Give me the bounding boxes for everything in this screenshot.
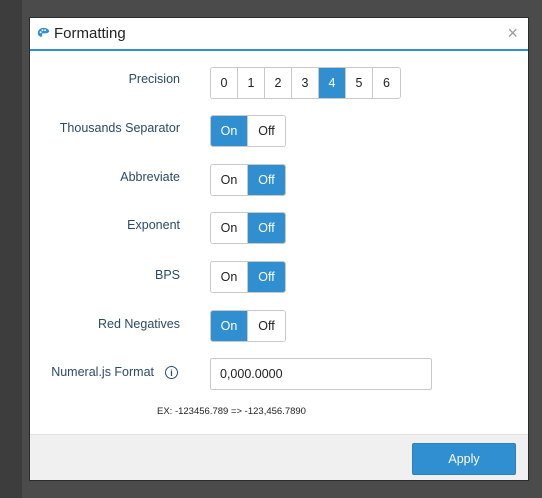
exponent-toggle: On Off [210, 212, 286, 244]
precision-option-6[interactable]: 6 [373, 68, 400, 98]
precision-option-5[interactable]: 5 [346, 68, 373, 98]
apply-button[interactable]: Apply [412, 443, 516, 475]
backdrop-edge [0, 0, 22, 498]
palette-icon [37, 27, 50, 37]
close-icon[interactable]: × [507, 23, 518, 44]
bps-toggle: On Off [210, 261, 286, 293]
bps-label: BPS [154, 268, 180, 282]
format-example-text: EX: -123456.789 => -123,456.7890 [157, 406, 306, 417]
dialog-title: Formatting [54, 25, 126, 42]
dialog-header: Formatting × [30, 18, 528, 51]
red-negatives-off-button[interactable]: Off [248, 311, 285, 341]
red-negatives-on-button[interactable]: On [211, 311, 248, 341]
exponent-on-button[interactable]: On [211, 213, 248, 243]
precision-option-0[interactable]: 0 [211, 68, 238, 98]
exponent-off-button[interactable]: Off [248, 213, 285, 243]
red-negatives-toggle: On Off [210, 310, 286, 342]
abbreviate-label: Abbreviate [120, 170, 180, 184]
thousands-separator-toggle: On Off [210, 115, 286, 147]
numeral-format-input[interactable] [210, 358, 432, 390]
precision-option-1[interactable]: 1 [238, 68, 265, 98]
abbreviate-toggle: On Off [210, 164, 286, 196]
bps-on-button[interactable]: On [211, 262, 248, 292]
info-icon[interactable]: i [165, 366, 178, 379]
precision-option-3[interactable]: 3 [292, 68, 319, 98]
thousands-separator-off-button[interactable]: Off [248, 116, 285, 146]
dialog-footer: Apply [30, 434, 528, 480]
abbreviate-on-button[interactable]: On [211, 165, 248, 195]
thousands-separator-label: Thousands Separator [59, 121, 180, 135]
abbreviate-off-button[interactable]: Off [248, 165, 285, 195]
dialog-body: Precision 0 1 2 3 4 5 6 Thousands Separa… [30, 53, 528, 434]
precision-option-2[interactable]: 2 [265, 68, 292, 98]
precision-label: Precision [128, 72, 180, 86]
red-negatives-label: Red Negatives [98, 317, 180, 331]
numeral-format-label: Numeral.js Format [51, 365, 154, 379]
exponent-label: Exponent [127, 218, 180, 232]
precision-option-4[interactable]: 4 [319, 68, 346, 98]
bps-off-button[interactable]: Off [248, 262, 285, 292]
formatting-dialog: Formatting × Precision 0 1 2 3 4 5 6 Tho… [29, 17, 529, 481]
thousands-separator-on-button[interactable]: On [211, 116, 248, 146]
precision-button-group: 0 1 2 3 4 5 6 [210, 67, 401, 99]
